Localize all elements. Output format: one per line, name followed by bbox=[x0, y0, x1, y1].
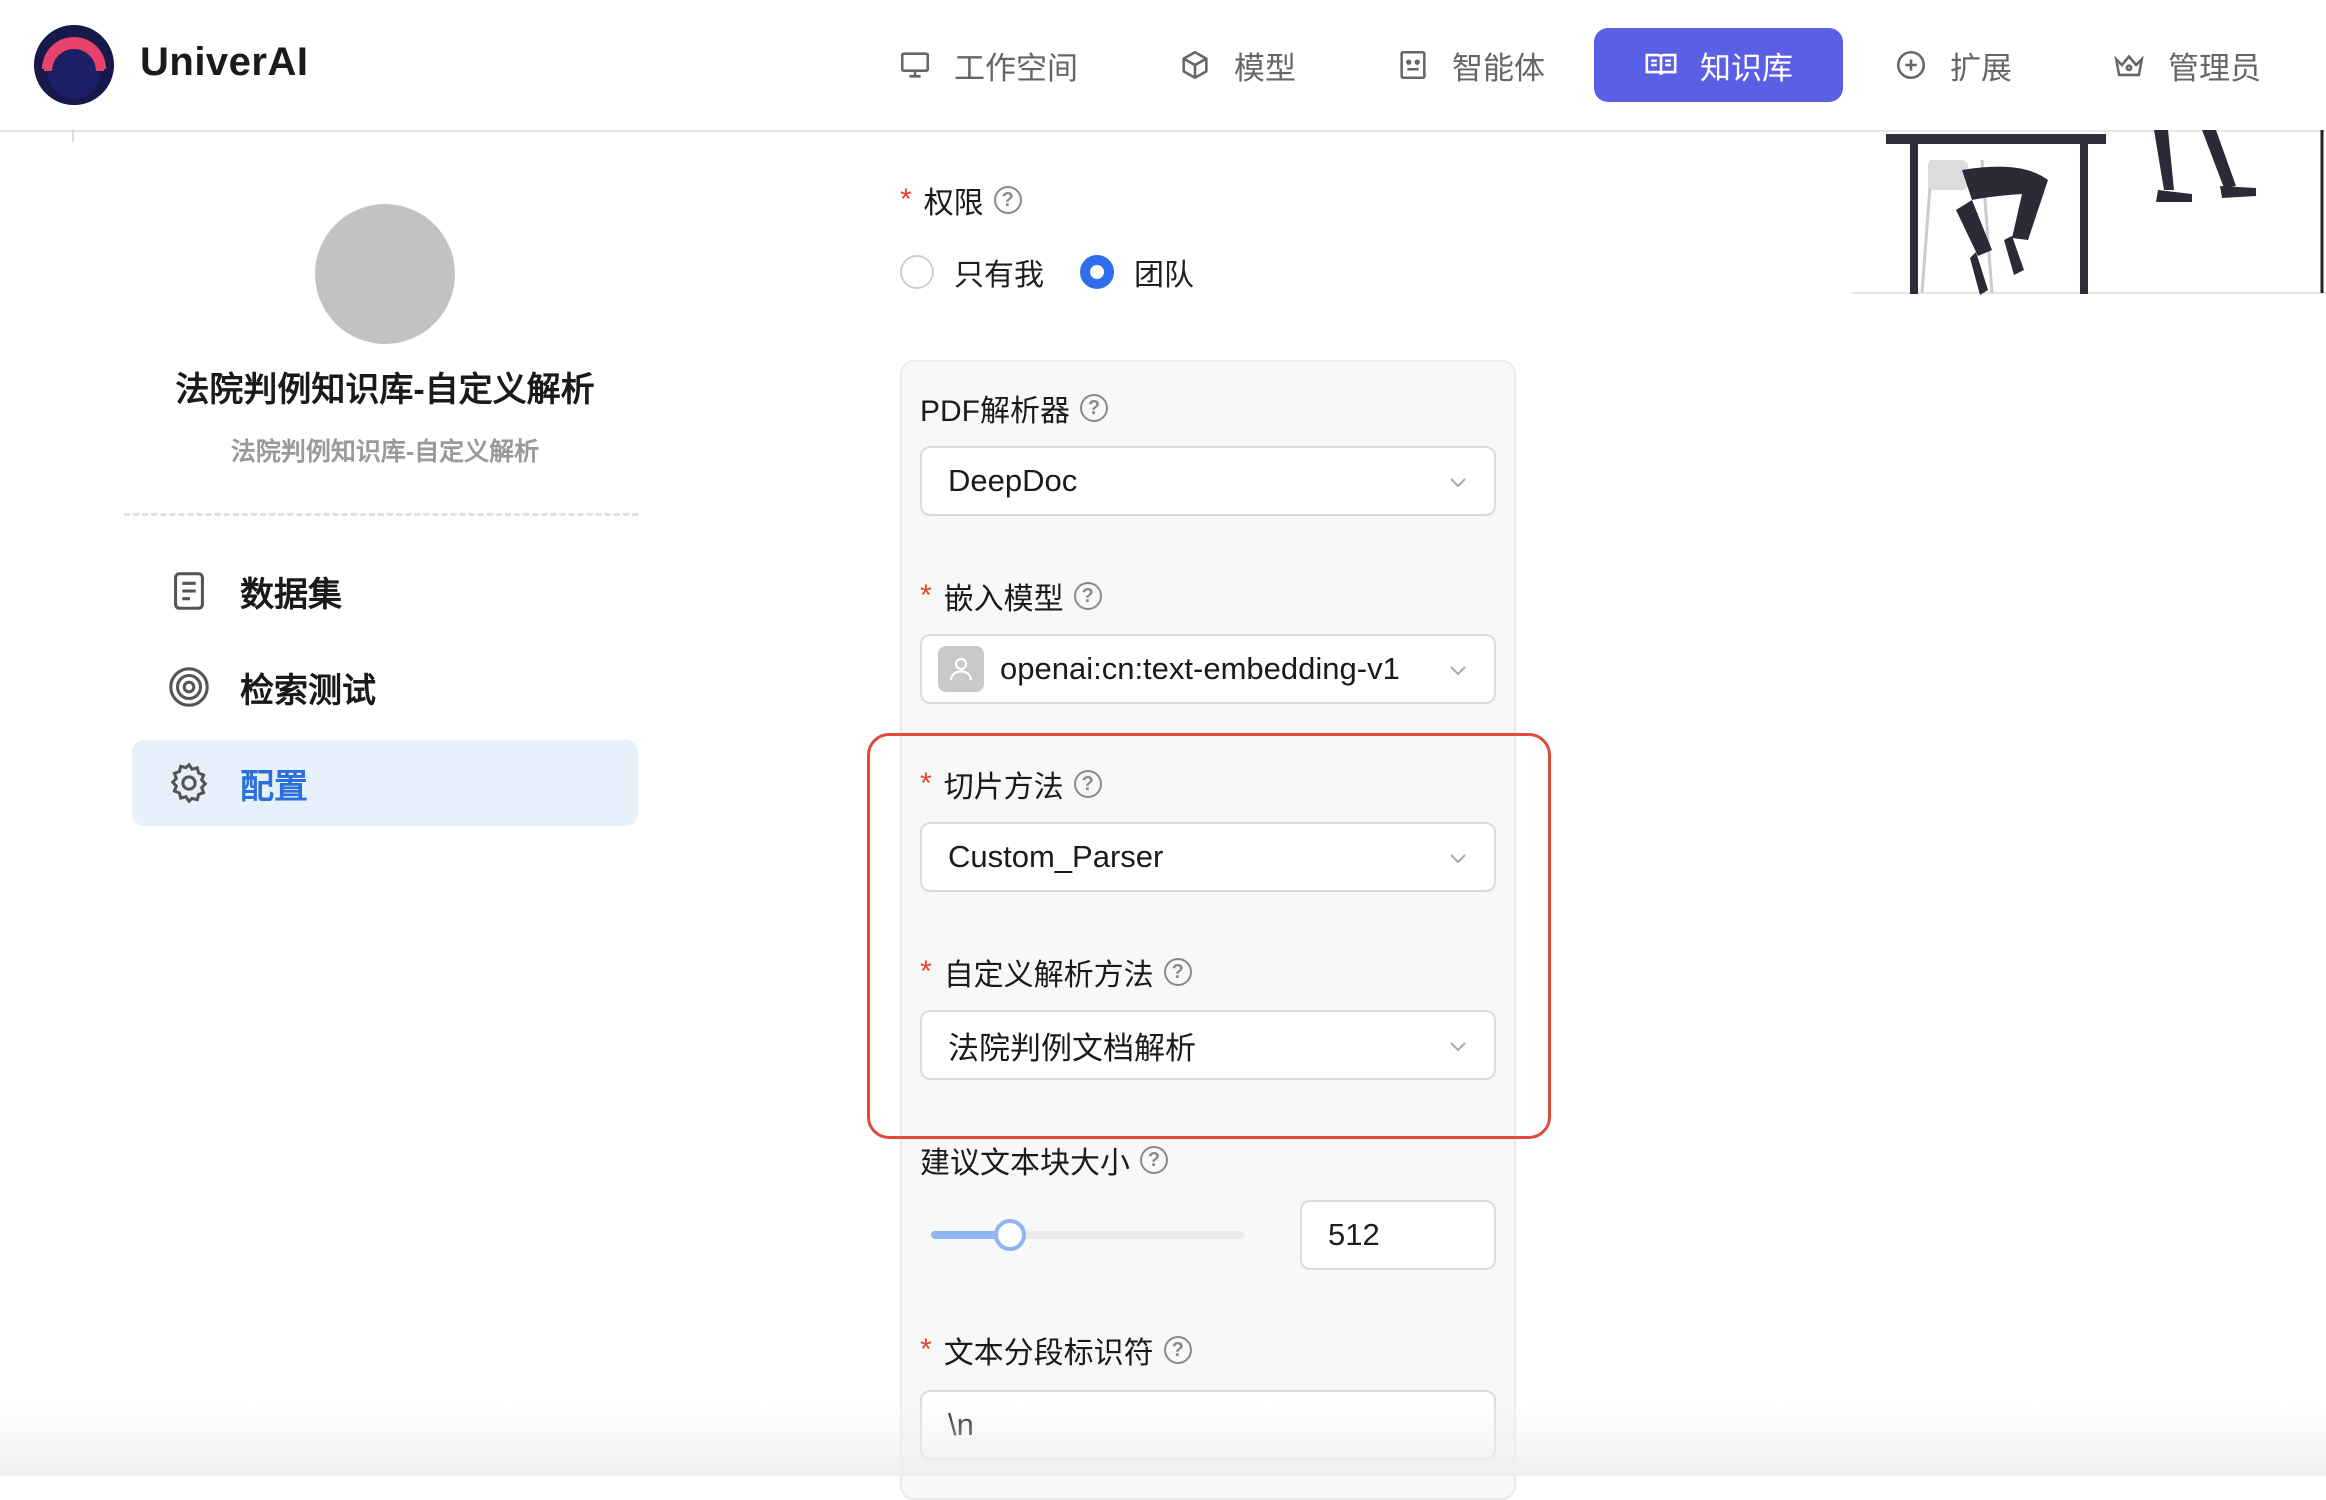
knowledge-base-avatar bbox=[315, 204, 455, 344]
pdf-parser-select[interactable]: DeepDoc bbox=[920, 446, 1496, 516]
sidebar-item-label: 配置 bbox=[240, 767, 308, 806]
annotation-highlight-box bbox=[867, 733, 1551, 1139]
required-mark: * bbox=[920, 579, 932, 612]
sidebar-divider bbox=[124, 513, 638, 516]
sidebar-item-label: 检索测试 bbox=[240, 671, 376, 710]
chunk-size-input[interactable]: 512 bbox=[1300, 1200, 1496, 1270]
required-mark: * bbox=[900, 183, 912, 216]
book-icon bbox=[1645, 53, 1677, 76]
nav-label: 知识库 bbox=[1700, 50, 1793, 86]
plus-circle-icon bbox=[1896, 50, 1926, 80]
pdf-parser-label: PDF解析器 ? bbox=[920, 386, 1108, 430]
nav-label: 工作空间 bbox=[954, 50, 1078, 86]
chunk-size-label-text: 建议文本块大小 bbox=[920, 1147, 1130, 1180]
nav-admin[interactable]: 管理员 bbox=[2112, 28, 2261, 102]
knowledge-base-title: 法院判例知识库-自定义解析 bbox=[175, 371, 595, 409]
help-icon[interactable]: ? bbox=[1163, 1336, 1192, 1364]
nav-label: 扩展 bbox=[1950, 50, 2012, 86]
pdf-parser-label-text: PDF解析器 bbox=[920, 395, 1070, 428]
bot-icon bbox=[1400, 50, 1426, 80]
chevron-down-icon bbox=[1450, 666, 1466, 676]
required-mark: * bbox=[920, 1333, 932, 1366]
delimiter-label: * 文本分段标识符 ? bbox=[920, 1328, 1192, 1372]
gear-icon bbox=[170, 762, 208, 804]
radio-team-label[interactable]: 团队 bbox=[1134, 250, 1194, 294]
embedding-model-value: openai:cn:text-embedding-v1 bbox=[1000, 651, 1400, 686]
target-icon bbox=[169, 667, 209, 707]
nav-label: 管理员 bbox=[2168, 50, 2261, 86]
embedding-model-label: * 嵌入模型 ? bbox=[920, 574, 1102, 618]
help-icon[interactable]: ? bbox=[1073, 582, 1102, 610]
radio-team[interactable] bbox=[1080, 255, 1114, 289]
help-icon[interactable]: ? bbox=[993, 186, 1022, 214]
nav-extensions[interactable]: 扩展 bbox=[1894, 28, 2012, 102]
chunk-size-value: 512 bbox=[1328, 1217, 1380, 1252]
crown-icon bbox=[2114, 54, 2144, 77]
knowledge-base-subtitle: 法院判例知识库-自定义解析 bbox=[230, 438, 540, 466]
nav-label: 智能体 bbox=[1452, 50, 1545, 86]
cube-icon bbox=[1182, 50, 1208, 80]
sidebar-item-dataset[interactable]: 数据集 bbox=[132, 548, 638, 634]
nav-knowledge-base[interactable]: 知识库 bbox=[1594, 28, 1843, 102]
document-icon bbox=[174, 572, 204, 610]
pdf-parser-value: DeepDoc bbox=[948, 463, 1078, 498]
sidebar-item-retrieval-test[interactable]: 检索测试 bbox=[132, 644, 638, 730]
sidebar-item-config[interactable]: 配置 bbox=[132, 740, 638, 826]
nav-agents[interactable]: 智能体 bbox=[1396, 28, 1545, 102]
nav-models[interactable]: 模型 bbox=[1178, 28, 1296, 102]
permission-radio-group: 只有我 团队 bbox=[900, 250, 1230, 294]
nav-workspace[interactable]: 工作空间 bbox=[898, 28, 1078, 102]
monitor-icon bbox=[900, 52, 930, 78]
permission-label-text: 权限 bbox=[923, 187, 984, 220]
radio-only-me-label[interactable]: 只有我 bbox=[954, 250, 1044, 294]
main-nav: 工作空间 模型 智能体 知识库 扩展 管理员 bbox=[0, 28, 2326, 102]
help-icon[interactable]: ? bbox=[1080, 394, 1108, 422]
nav-label: 模型 bbox=[1234, 50, 1296, 86]
decorative-illustration bbox=[1852, 130, 2326, 295]
chunk-size-slider-handle[interactable] bbox=[994, 1219, 1026, 1251]
radio-only-me[interactable] bbox=[900, 255, 934, 289]
chevron-down-icon bbox=[1450, 478, 1466, 488]
embedding-model-select[interactable]: openai:cn:text-embedding-v1 bbox=[920, 634, 1496, 704]
delimiter-value: \n bbox=[948, 1407, 974, 1442]
delimiter-input[interactable]: \n bbox=[920, 1390, 1496, 1460]
sidebar-edge bbox=[72, 130, 74, 142]
help-icon[interactable]: ? bbox=[1140, 1146, 1168, 1174]
delimiter-label-text: 文本分段标识符 bbox=[943, 1337, 1154, 1370]
sidebar-item-label: 数据集 bbox=[240, 575, 342, 614]
embedding-model-label-text: 嵌入模型 bbox=[943, 583, 1064, 616]
model-avatar-icon bbox=[938, 646, 984, 692]
top-header: UniverAI 工作空间 模型 智能体 知识库 扩展 管理员 bbox=[0, 0, 2326, 132]
chunk-size-label: 建议文本块大小 ? bbox=[920, 1138, 1168, 1182]
permission-label: * 权限 ? bbox=[900, 178, 1022, 222]
